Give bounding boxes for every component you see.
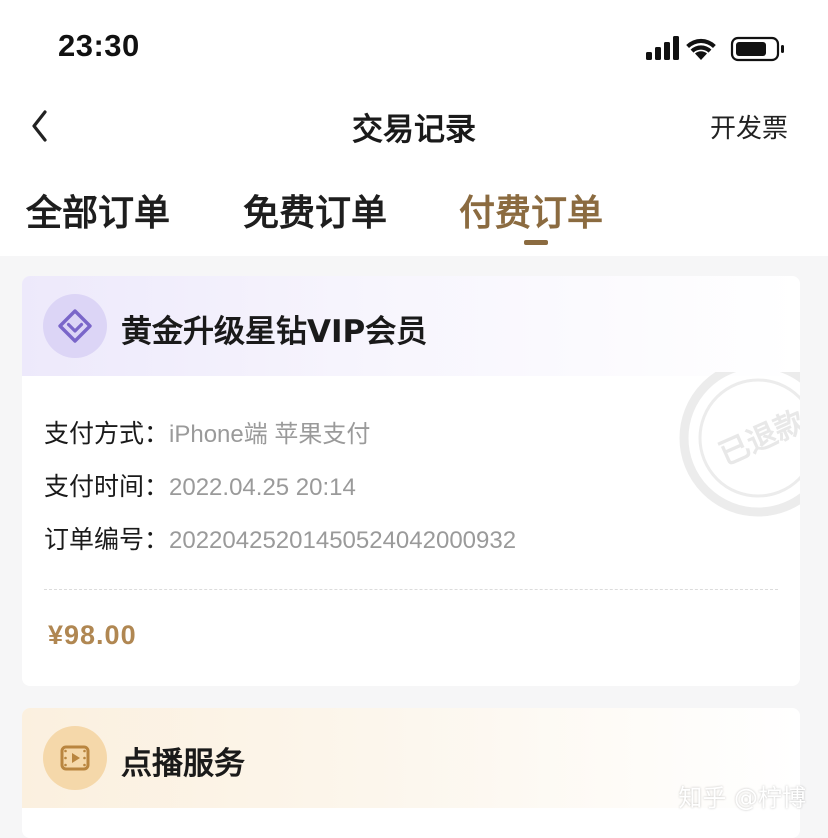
- signal-icon: [646, 36, 679, 60]
- wifi-icon: [686, 38, 716, 60]
- tab-paid-orders[interactable]: 付费订单: [459, 184, 603, 236]
- order-title: 点播服务: [121, 746, 245, 782]
- payment-method-label: 支付方式：: [44, 419, 170, 448]
- watermark: 知乎 @柠博: [678, 784, 806, 812]
- status-time: 23:30: [58, 28, 140, 63]
- video-play-icon: [60, 745, 90, 771]
- order-number-row: 订单编号：20220425201450524042000932: [44, 520, 516, 556]
- tab-all-orders[interactable]: 全部订单: [26, 184, 170, 236]
- refunded-stamp-text: 已退款: [714, 404, 800, 473]
- header-area: 23:30 交易记录 开发票 全部订单 免费订单 付费订单: [0, 0, 828, 256]
- order-card[interactable]: 点播服务: [22, 708, 800, 838]
- payment-method-value: iPhone端 苹果支付: [169, 421, 371, 448]
- payment-time-value: 2022.04.25 20:14: [169, 474, 356, 501]
- page-title: 交易记录: [352, 112, 476, 148]
- order-number-value: 20220425201450524042000932: [169, 527, 517, 554]
- payment-time-label: 支付时间：: [44, 472, 170, 501]
- order-price: ¥98.00: [48, 620, 137, 650]
- order-number-label: 订单编号：: [44, 525, 170, 554]
- order-badge: [43, 294, 107, 358]
- active-tab-indicator: [524, 240, 548, 245]
- order-badge: [43, 726, 107, 790]
- refunded-stamp: 已退款: [658, 359, 800, 532]
- invoice-button[interactable]: 开发票: [710, 108, 788, 145]
- diamond-heart-icon: [58, 309, 92, 343]
- dashed-divider: [44, 589, 778, 590]
- payment-method-row: 支付方式：iPhone端 苹果支付: [44, 414, 370, 450]
- order-title: 黄金升级星钻VIP会员: [121, 314, 428, 350]
- order-card[interactable]: 黄金升级星钻VIP会员 已退款 支付方式：iPhone端 苹果支付 支付时间：2…: [22, 276, 800, 686]
- status-icons: [646, 34, 788, 64]
- order-card-header: 黄金升级星钻VIP会员: [22, 276, 800, 376]
- tab-free-orders[interactable]: 免费订单: [243, 184, 387, 236]
- battery-icon: [730, 36, 784, 62]
- payment-time-row: 支付时间：2022.04.25 20:14: [44, 467, 356, 503]
